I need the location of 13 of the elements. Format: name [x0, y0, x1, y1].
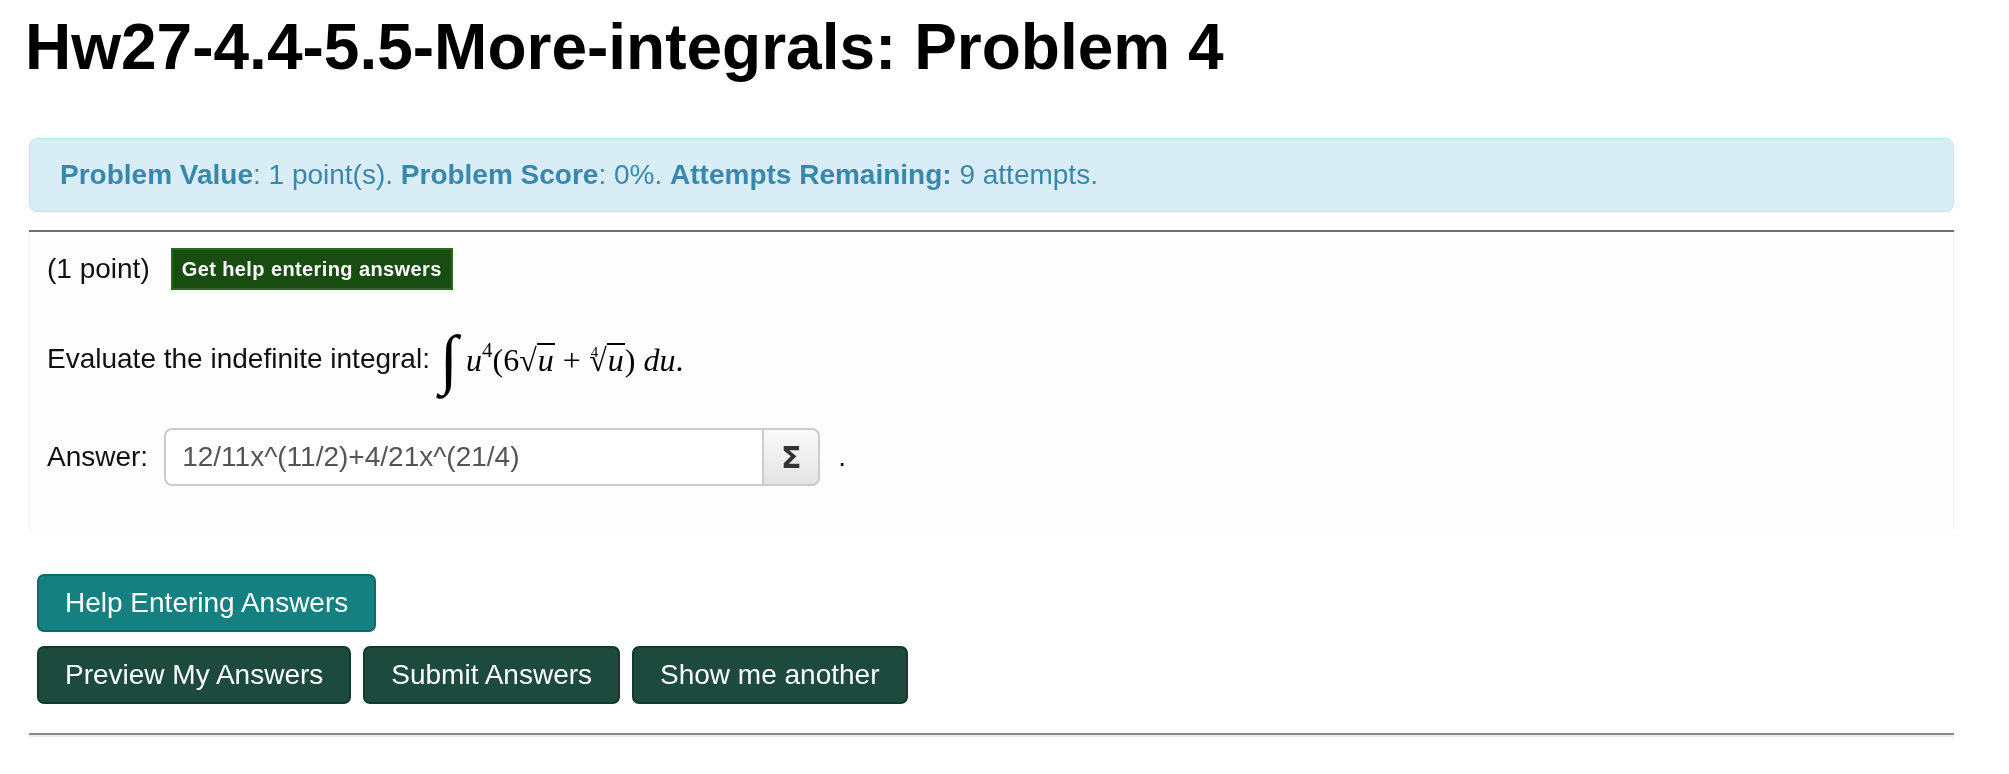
score-info-banner: Problem Value: 1 point(s). Problem Score: 0%. Attempts Remaining: 9 attempts. — [29, 138, 1954, 212]
trailing-period: . — [838, 440, 846, 474]
answer-label: Answer: — [47, 440, 149, 474]
answer-field[interactable]: 12/11x^(11/2)+4/21x^(21/4) — [164, 428, 763, 486]
help-link[interactable]: Get help entering answers — [170, 248, 453, 290]
prompt-text: Evaluate the indefinite integral: — [47, 342, 430, 376]
action-button[interactable]: Show me another — [632, 646, 908, 704]
action-button[interactable]: Preview My Answers — [37, 646, 352, 704]
points-label: (1 point) — [47, 252, 150, 286]
page-title: Hw27-4.4-5.5-More-integrals: Problem 4 — [25, 10, 1225, 85]
help-button[interactable]: Help Entering Answers — [37, 574, 377, 632]
equation-editor-button[interactable]: Σ — [762, 428, 821, 486]
action-button[interactable]: Submit Answers — [363, 646, 621, 704]
